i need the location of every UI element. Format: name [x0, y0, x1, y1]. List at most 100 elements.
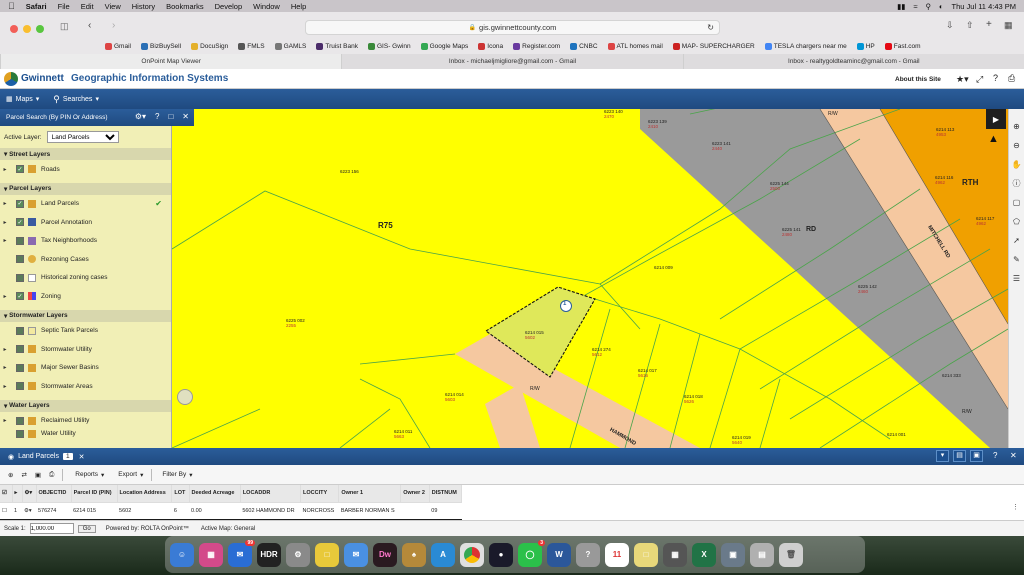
close-icon[interactable]: ✕ — [182, 112, 189, 121]
menu-file[interactable]: File — [58, 2, 70, 11]
layer-stormwater-areas[interactable]: ▸ Stormwater Areas — [0, 377, 171, 396]
settings-icon[interactable]: ⚙ — [286, 542, 310, 567]
menu-edit[interactable]: Edit — [81, 2, 94, 11]
table-row[interactable]: ☐ 1 ⚙▾ 576274 6214 015 5602 6 0.00 5602 … — [0, 501, 462, 519]
select-all-checkbox[interactable]: ☑ — [0, 485, 13, 502]
tab-overview-icon[interactable]: ▦ — [1004, 20, 1013, 31]
layer-checkbox[interactable] — [16, 273, 24, 282]
layer-checkbox[interactable]: ✓ — [16, 292, 24, 301]
bookmark-map-supercharger[interactable]: MAP- SUPERCHARGER — [672, 42, 755, 50]
help-icon[interactable]: ? — [993, 73, 998, 83]
bookmark-gmail[interactable]: Gmail — [105, 42, 131, 50]
pointer-icon[interactable]: ➚ — [1009, 231, 1024, 250]
battery-icon[interactable]: ▮▮ — [897, 2, 905, 11]
expand-icon[interactable]: ▸ — [0, 346, 10, 353]
layer-stormwater-utility[interactable]: ▸ Stormwater Utility — [0, 340, 171, 359]
identify-icon[interactable]: ⓘ — [1009, 174, 1024, 193]
layer-checkbox[interactable] — [16, 430, 24, 438]
searches-menu-button[interactable]: ⚲ Searches ▾ — [53, 94, 99, 105]
help-icon[interactable]: ? — [993, 451, 997, 460]
notes-icon[interactable]: □ — [315, 542, 339, 567]
group-street-layers[interactable]: ▾ Street Layers — [0, 148, 171, 160]
group-water-layers[interactable]: ▾ Water Layers — [0, 399, 171, 412]
group-stormwater-layers[interactable]: ▾ Stormwater Layers — [0, 309, 171, 322]
about-link[interactable]: About this Site — [895, 76, 941, 83]
measure-icon[interactable]: ✎ — [1009, 250, 1024, 269]
menu-view[interactable]: View — [105, 2, 121, 11]
preview-icon[interactable]: ▣ — [721, 542, 745, 567]
layer-rezoning-cases[interactable]: Rezoning Cases — [0, 250, 171, 269]
col-loccity[interactable]: LOCCITY — [300, 485, 340, 502]
menubar-datetime[interactable]: Thu Jul 11 4:43 PM — [952, 2, 1016, 11]
bookmark-cnbc[interactable]: CNBC — [570, 42, 598, 50]
stickies-icon[interactable]: □ — [634, 542, 658, 567]
layer-checkbox[interactable] — [16, 255, 24, 264]
layer-checkbox[interactable] — [16, 236, 24, 245]
maximize-icon[interactable]: □ — [168, 112, 173, 121]
expand-icon[interactable]: ⤢ — [976, 74, 983, 85]
reload-icon[interactable]: ↻ — [707, 23, 714, 32]
siri-icon[interactable]: ● — [489, 542, 513, 567]
bookmark-tesla-chargers[interactable]: TESLA chargers near me — [764, 42, 847, 50]
row-actions-icon[interactable]: ⚙▾ — [22, 501, 36, 519]
messages-icon[interactable]: ◯ 3 — [518, 539, 545, 567]
pan-control-icon[interactable] — [177, 389, 193, 405]
bookmark-register[interactable]: Register.com — [513, 42, 560, 50]
menu-develop[interactable]: Develop — [215, 2, 243, 11]
reports-button[interactable]: Reports ▾ — [75, 471, 104, 479]
tab-onpoint-map-viewer[interactable]: OnPoint Map Viewer — [0, 54, 342, 69]
url-bar[interactable]: 🔒 gis.gwinnettcounty.com ↻ — [305, 20, 720, 35]
bookmark-google-maps[interactable]: Google Maps — [420, 42, 468, 50]
expand-icon[interactable]: ▸ — [0, 219, 10, 226]
search-icon[interactable]: ⚲ — [925, 2, 931, 11]
layer-land-parcels[interactable]: ▸ ✓ Land Parcels ✔ — [0, 195, 171, 214]
finder-icon[interactable]: ☺ — [170, 542, 194, 567]
resize-handle-icon[interactable]: ⋮ — [1012, 503, 1019, 511]
maps-menu-button[interactable]: ▦ Maps ▾ — [6, 95, 39, 104]
layer-roads[interactable]: ▸ ✓ Roads — [0, 160, 171, 179]
bookmark-bizbuysell[interactable]: BizBuySell — [140, 42, 181, 50]
contacts-icon[interactable]: ♠ — [402, 542, 426, 567]
col-location-address[interactable]: Location Address — [117, 485, 173, 502]
dreamweaver-icon[interactable]: Dw — [373, 542, 397, 567]
calendar-icon[interactable]: 11 — [605, 542, 629, 567]
menu-window[interactable]: Window — [253, 2, 280, 11]
select-icon[interactable]: ▢ — [1009, 193, 1024, 212]
layer-tax-neighborhoods[interactable]: ▸ Tax Neighborhoods — [0, 232, 171, 251]
layer-checkbox[interactable]: ✓ — [16, 165, 24, 174]
document-icon[interactable]: ▤ — [750, 542, 774, 567]
new-tab-icon[interactable]: + — [986, 19, 992, 30]
layer-septic-tank-parcels[interactable]: Septic Tank Parcels — [0, 322, 171, 341]
select-polygon-icon[interactable]: ⬠ — [1009, 212, 1024, 231]
float-results-icon[interactable]: ▣ — [970, 450, 983, 462]
expand-icon[interactable]: ▸ — [0, 293, 10, 300]
bookmark-docusign[interactable]: DocuSign — [191, 42, 228, 50]
layers-icon[interactable]: ☰ — [1009, 269, 1024, 288]
bookmark-gis-gwinn[interactable]: GIS- Gwinn — [368, 42, 411, 50]
col-owner2[interactable]: Owner 2 — [400, 485, 430, 502]
layer-checkbox[interactable] — [16, 416, 24, 425]
go-button[interactable]: Go — [77, 524, 96, 533]
menu-history[interactable]: History — [132, 2, 155, 11]
expand-icon[interactable]: ▸ — [0, 200, 10, 207]
layer-historical-zoning[interactable]: Historical zoning cases — [0, 269, 171, 288]
bookmark-fmls[interactable]: FMLS — [238, 42, 265, 50]
export-rows-icon[interactable]: ⇄ — [21, 471, 26, 479]
bookmark-icona[interactable]: Icona — [478, 42, 503, 50]
hdr-app-icon[interactable]: HDR — [257, 542, 281, 567]
layer-water-utility[interactable]: Water Utility — [0, 430, 171, 438]
downloads-icon[interactable]: ⇩ — [946, 20, 954, 31]
col-pin[interactable]: Parcel ID (PIN) — [71, 485, 118, 502]
print-icon[interactable]: ⎙ — [49, 471, 54, 479]
dock-results-icon[interactable]: ▤ — [953, 450, 966, 462]
tab-gmail-realty[interactable]: Inbox - realtygoldteaminc@gmail.com - Gm… — [682, 54, 1024, 69]
minimize-window-button[interactable] — [23, 25, 31, 33]
bookmark-hp[interactable]: HP — [856, 42, 875, 50]
trash-icon[interactable]: 🗑 — [779, 542, 803, 567]
active-layer-select[interactable]: Land Parcels — [46, 131, 119, 143]
tab-gmail-michael[interactable]: Inbox - michaeljmigliore@gmail.com - Gma… — [341, 54, 683, 69]
zoom-out-icon[interactable]: ⊖ — [1009, 136, 1024, 155]
control-center-icon[interactable]: ◐ — [939, 2, 944, 11]
zoom-to-icon[interactable]: ⊕ — [8, 471, 13, 479]
expand-icon[interactable]: ▸ — [0, 237, 10, 244]
